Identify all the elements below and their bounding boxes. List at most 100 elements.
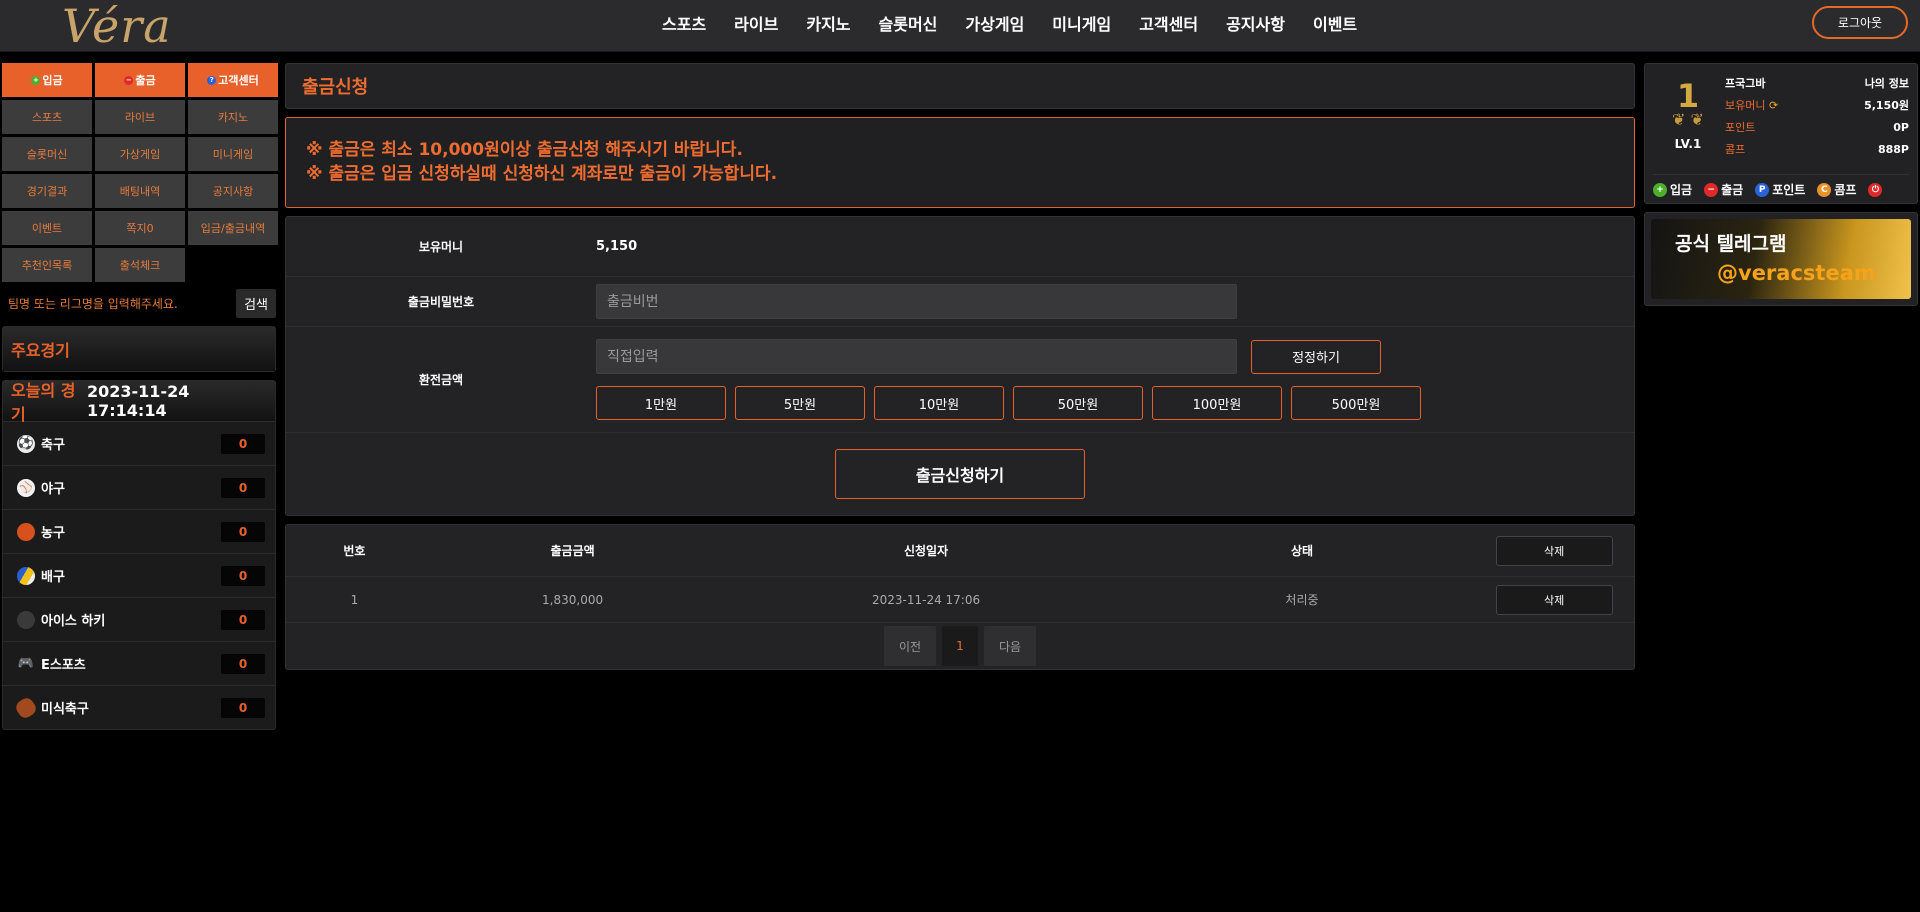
money-label: 보유머니	[418, 240, 464, 254]
sport-row-hockey[interactable]: 아이스 하키 0	[3, 597, 275, 641]
menu-event[interactable]: 이벤트	[2, 211, 92, 245]
money-value: 5,150원	[1864, 99, 1909, 112]
amount-presets: 1만원 5만원 10만원 50만원 100만원 500만원	[596, 386, 1634, 420]
row-date: 2023-11-24 17:06	[871, 592, 981, 607]
power-icon: ⏻	[1868, 182, 1883, 197]
nav-live[interactable]: 라이브	[720, 11, 792, 35]
user-withdraw-button[interactable]: − 출금	[1704, 181, 1743, 198]
sport-row-basketball[interactable]: 농구 0	[3, 509, 275, 553]
comp-label: 콤프	[1725, 143, 1746, 156]
top-bar: Véra 스포츠 라이브 카지노 슬롯머신 가상게임 미니게임 고객센터 공지사…	[0, 0, 1920, 52]
telegram-banner[interactable]: 공식 텔레그램 @veracsteam	[1651, 219, 1911, 299]
menu-attendance[interactable]: 출석체크	[95, 248, 185, 282]
volleyball-icon	[17, 566, 35, 585]
deposit-label: 입금	[42, 74, 63, 87]
sport-row-volleyball[interactable]: 배구 0	[3, 553, 275, 597]
question-icon: ?	[207, 75, 217, 85]
amount-50k-button[interactable]: 5만원	[735, 386, 865, 420]
sport-name: 축구	[41, 438, 65, 453]
pagination: 이전 1 다음	[286, 623, 1634, 669]
banner-handle: @veracsteam	[1717, 261, 1876, 285]
delete-all-button[interactable]: 삭제	[1495, 535, 1613, 566]
amount-1m-button[interactable]: 100만원	[1152, 386, 1282, 420]
menu-results[interactable]: 경기결과	[2, 174, 92, 208]
submit-withdraw-button[interactable]: 출금신청하기	[835, 449, 1085, 499]
table-row: 1 1,830,000 2023-11-24 17:06 처리중 삭제	[286, 577, 1634, 623]
menu-transactions[interactable]: 입금/출금내역	[188, 211, 278, 245]
sport-count: 0	[221, 477, 265, 498]
nav-event[interactable]: 이벤트	[1299, 11, 1371, 35]
amount-label: 환전금액	[418, 373, 464, 387]
support-button[interactable]: ? 고객센터	[188, 63, 278, 97]
sport-row-esports[interactable]: 🎮 E스포츠 0	[3, 641, 275, 685]
sport-name: 배구	[41, 570, 65, 585]
money-row: 보유머니 5,150	[286, 217, 1634, 277]
menu-sports[interactable]: 스포츠	[2, 100, 92, 134]
sport-row-baseball[interactable]: ⚾ 야구 0	[3, 465, 275, 509]
current-time: 2023-11-24 17:14:14	[87, 382, 190, 420]
nav-sports[interactable]: 스포츠	[648, 11, 720, 35]
nav-slot[interactable]: 슬롯머신	[865, 11, 952, 35]
basketball-icon	[17, 522, 35, 541]
sport-name: 야구	[41, 482, 65, 497]
amount-10k-button[interactable]: 1만원	[596, 386, 726, 420]
menu-bet-history[interactable]: 배팅내역	[95, 174, 185, 208]
money-value: 5,150	[596, 239, 638, 254]
nav-notice[interactable]: 공지사항	[1212, 11, 1299, 35]
menu-notice[interactable]: 공지사항	[188, 174, 278, 208]
amount-5m-button[interactable]: 500만원	[1291, 386, 1421, 420]
amount-input[interactable]	[596, 339, 1237, 374]
amount-500k-button[interactable]: 50만원	[1013, 386, 1143, 420]
sport-name: 아이스 하키	[41, 614, 106, 629]
current-page[interactable]: 1	[942, 626, 978, 666]
nav-casino[interactable]: 카지노	[792, 11, 864, 35]
nav-support[interactable]: 고객센터	[1125, 11, 1212, 35]
notice-line-1: ※ 출금은 최소 10,000원이상 출금신청 해주시기 바랍니다.	[306, 140, 743, 160]
user-point-button[interactable]: P 포인트	[1755, 181, 1805, 198]
reset-amount-button[interactable]: 정정하기	[1251, 339, 1381, 374]
nav-virtual[interactable]: 가상게임	[951, 11, 1038, 35]
user-actions: + 입금 − 출금 P 포인트 C 콤프 ⏻	[1653, 174, 1909, 198]
baseball-icon: ⚾	[17, 478, 35, 497]
user-deposit-button[interactable]: + 입금	[1653, 181, 1692, 198]
sport-row-football[interactable]: 미식축구 0	[3, 685, 275, 729]
amount-100k-button[interactable]: 10만원	[874, 386, 1004, 420]
next-page-button[interactable]: 다음	[984, 626, 1036, 666]
sport-count: 0	[221, 697, 265, 718]
delete-row-button[interactable]: 삭제	[1495, 584, 1613, 615]
site-logo[interactable]: Véra	[62, 0, 172, 52]
minus-icon: −	[124, 75, 134, 85]
user-comp-button[interactable]: C 콤프	[1817, 181, 1856, 198]
menu-referrals[interactable]: 추천인목록	[2, 248, 92, 282]
nav-minigame[interactable]: 미니게임	[1038, 11, 1125, 35]
point-icon: P	[1755, 182, 1770, 197]
row-amount: 1,830,000	[542, 592, 604, 607]
search-button[interactable]: 검색	[236, 288, 276, 318]
logout-button[interactable]: 로그아웃	[1812, 6, 1908, 39]
main-nav: 스포츠 라이브 카지노 슬롯머신 가상게임 미니게임 고객센터 공지사항 이벤트	[648, 0, 1371, 46]
deposit-button[interactable]: + 입금	[2, 63, 92, 97]
submit-area: 출금신청하기	[286, 433, 1634, 515]
menu-casino[interactable]: 카지노	[188, 100, 278, 134]
withdraw-password-input[interactable]	[596, 284, 1237, 319]
logout-icon-button[interactable]: ⏻	[1868, 182, 1883, 197]
menu-messages[interactable]: 쪽지0	[95, 211, 185, 245]
withdraw-button[interactable]: − 출금	[95, 63, 185, 97]
sport-name: E스포츠	[41, 658, 86, 673]
menu-live[interactable]: 라이브	[95, 100, 185, 134]
banner-title: 공식 텔레그램	[1675, 233, 1787, 255]
table-header: 번호 출금금액 신청일자 상태 삭제	[286, 525, 1634, 577]
refresh-icon[interactable]: ⟳	[1769, 99, 1778, 112]
menu-minigame[interactable]: 미니게임	[188, 137, 278, 171]
point-label: 포인트	[1725, 121, 1756, 134]
sport-name: 미식축구	[41, 702, 89, 717]
user-level: LV.1	[1674, 137, 1702, 151]
left-sidebar: + 입금 − 출금 ? 고객센터 스포츠 라이브 카지노 슬롯머신 가상게임 미니게임…	[2, 63, 278, 730]
page-title: 출금신청	[285, 63, 1635, 109]
menu-slot[interactable]: 슬롯머신	[2, 137, 92, 171]
sport-row-soccer[interactable]: ⚽ 축구 0	[3, 421, 275, 465]
team-search-input[interactable]: 팀명 또는 리그명을 입력해주세요.	[2, 295, 178, 312]
menu-virtual[interactable]: 가상게임	[95, 137, 185, 171]
prev-page-button[interactable]: 이전	[884, 626, 936, 666]
my-info-link[interactable]: 나의 정보	[1865, 75, 1909, 91]
